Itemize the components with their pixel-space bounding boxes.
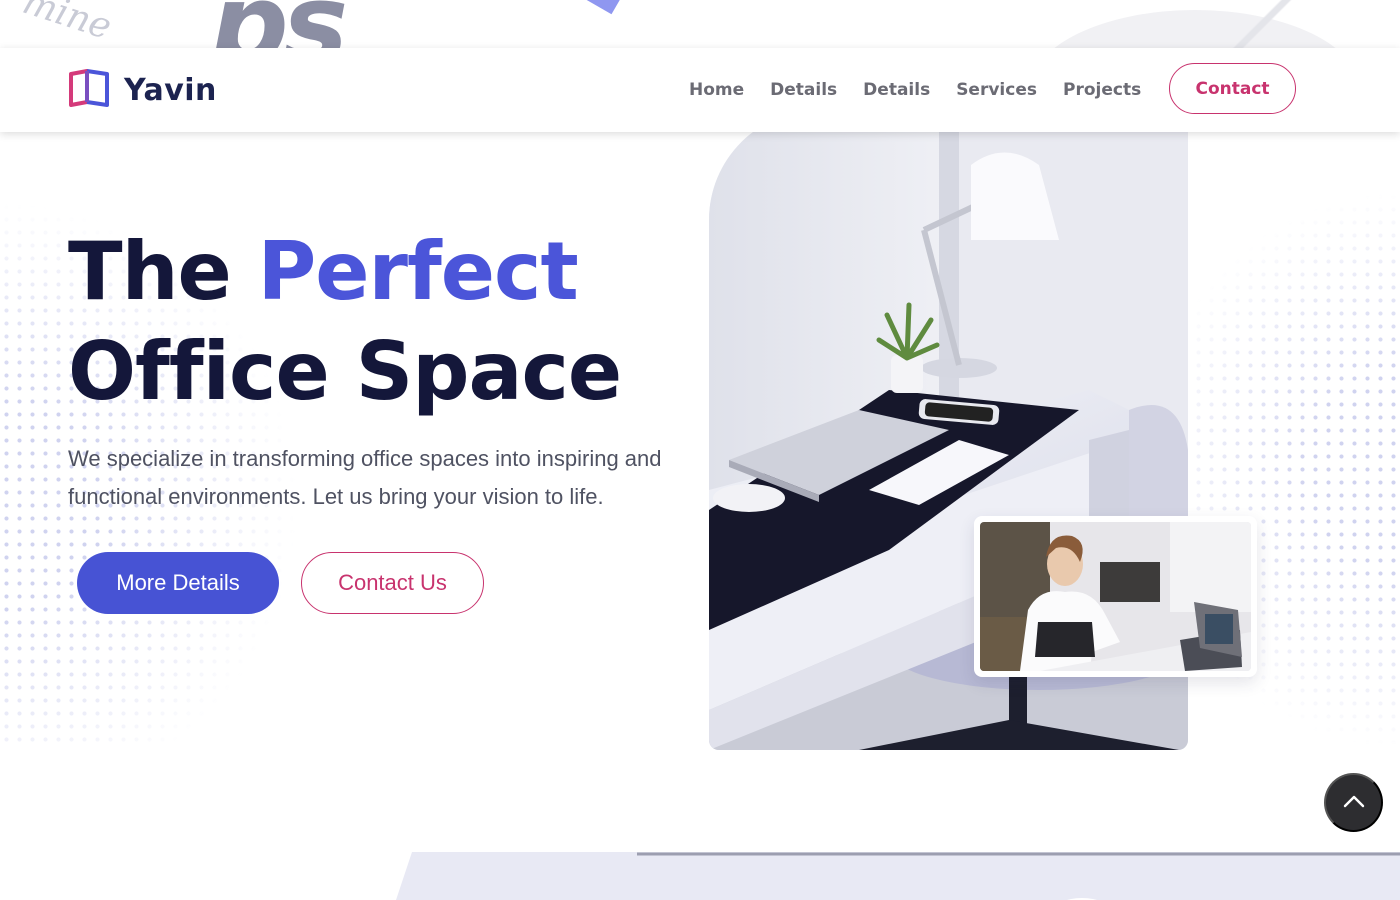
hero-title-word: The — [68, 225, 232, 318]
woman-working-at-laptop-photo — [974, 516, 1257, 677]
decorative-script-text: mine — [17, 0, 117, 48]
nav-item-projects[interactable]: Projects — [1050, 80, 1154, 100]
open-book-logo-icon — [68, 69, 110, 111]
hero-title-line-2: Office Space — [68, 325, 622, 418]
decorative-diagonal-line — [1195, 0, 1315, 48]
nav-item-home[interactable]: Home — [676, 80, 757, 100]
next-section-image-edge — [392, 852, 1400, 900]
nav-item-details[interactable]: Details — [757, 80, 850, 100]
decorative-blue-shape — [585, 0, 621, 15]
decorative-big-letters: ps — [210, 0, 348, 48]
brand-logo-link[interactable]: Yavin — [68, 69, 217, 111]
contact-us-button[interactable]: Contact Us — [301, 552, 484, 614]
hero-title-accent: Perfect — [257, 225, 579, 318]
brand-name: Yavin — [124, 72, 217, 108]
nav-contact-button[interactable]: Contact — [1169, 63, 1296, 114]
scroll-to-top-button[interactable] — [1324, 773, 1383, 832]
chevron-up-icon — [1343, 794, 1365, 811]
nav-item-services[interactable]: Services — [943, 80, 1050, 100]
hero-description: We specialize in transforming office spa… — [68, 446, 662, 509]
nav-item-details-2[interactable]: Details — [850, 80, 943, 100]
top-decorative-banner: mine ps — [0, 0, 1400, 48]
more-details-button[interactable]: More Details — [77, 552, 279, 614]
nav-menu: Home Details Details Services Projects — [676, 48, 1154, 132]
navbar: Yavin Home Details Details Services Proj… — [0, 48, 1400, 132]
hero-title: The Perfect Office Space — [68, 222, 622, 422]
